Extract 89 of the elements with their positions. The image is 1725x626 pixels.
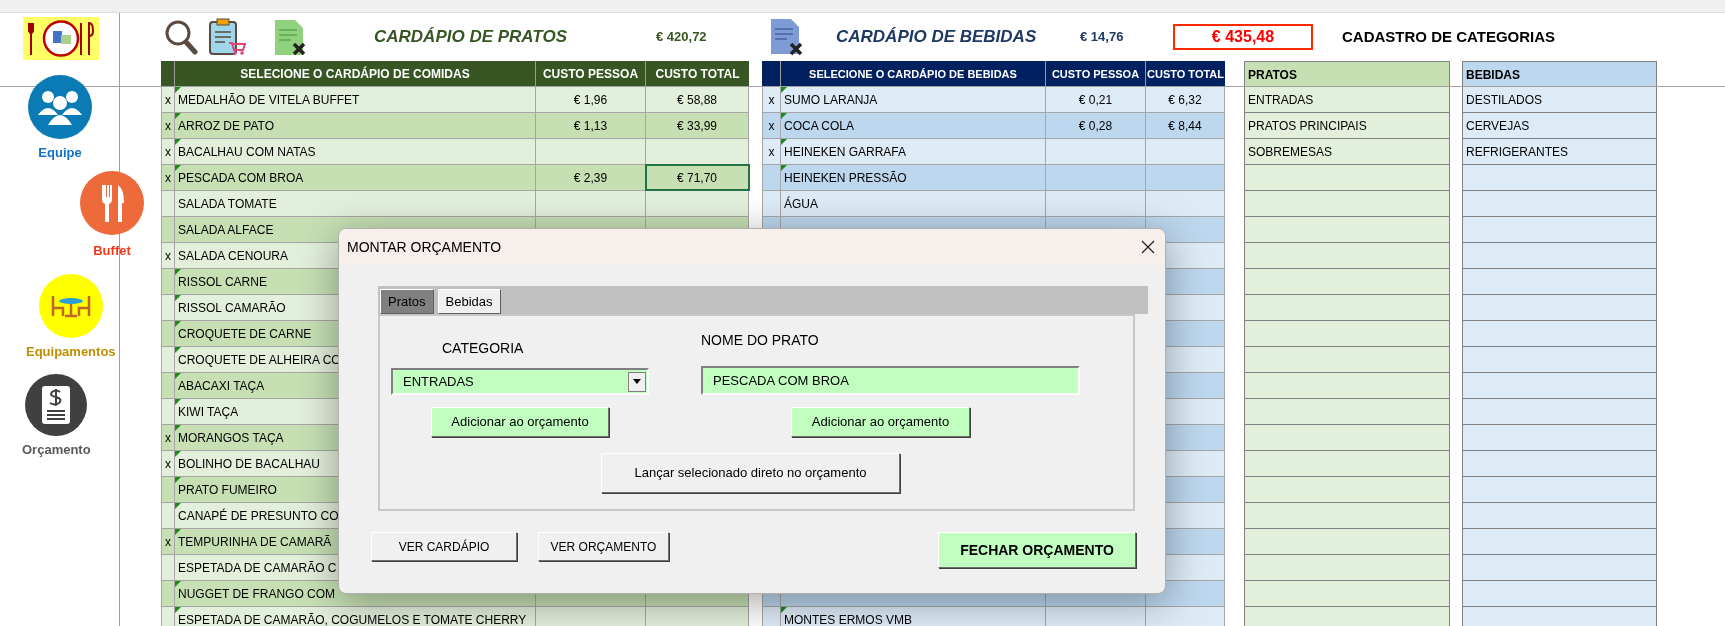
cost-cell-text: € 6,32: [1168, 91, 1202, 109]
cost-cell-text: € 2,39: [573, 169, 608, 187]
mark-cell: x: [161, 529, 175, 554]
cost-cell-text: € 0,21: [1078, 91, 1113, 109]
add-to-budget-button[interactable]: Adicionar ao orçamento: [791, 407, 970, 437]
item-name-cell-text: NUGGET DE FRANGO COM: [178, 585, 336, 603]
sidebar-label[interactable]: Orçamento: [22, 439, 91, 459]
mark-cell: x: [161, 113, 175, 138]
dialog-title: MONTAR ORÇAMENTO: [347, 237, 502, 257]
mark-cell: x: [161, 87, 175, 112]
item-name-cell-text: MEDALHÃO DE VITELA BUFFET: [178, 91, 360, 109]
people-icon[interactable]: [28, 75, 92, 139]
category-cell-text: PRATOS PRINCIPAIS: [1248, 117, 1367, 135]
item-name-cell-text: BOLINHO DE BACALHAU: [178, 455, 321, 473]
category-cell-text: CERVEJAS: [1466, 117, 1530, 135]
table-chairs-icon[interactable]: [38, 274, 103, 338]
food-total: € 420,72: [656, 28, 708, 47]
launch-selected-button[interactable]: Lançar selecionado direto no orçamento: [601, 453, 900, 493]
item-name-cell-text: ABACAXI TAÇA: [178, 377, 265, 395]
item-name-cell-text: CROQUETE DE CARNE: [178, 325, 312, 343]
cost-cell-text: € 33,99: [676, 117, 717, 135]
mark-cell: x: [161, 243, 175, 268]
column-header: CUSTO TOTAL: [1146, 66, 1225, 82]
dollar-document-icon[interactable]: [25, 373, 88, 436]
mark-cell: x: [762, 113, 781, 138]
sidebar-label[interactable]: Buffet: [93, 240, 131, 260]
item-name-cell-text: ÁGUA: [784, 195, 818, 213]
mark-cell: x: [762, 87, 781, 112]
clipboard-cart-icon[interactable]: [207, 17, 246, 57]
tab[interactable]: Bebidas: [437, 289, 501, 314]
document-delete-icon[interactable]: [272, 17, 308, 57]
item-name-cell-text: SALADA TOMATE: [178, 195, 277, 213]
cost-cell-text: € 0,28: [1078, 117, 1113, 135]
item-name-cell-text: BACALHAU COM NATAS: [178, 143, 316, 161]
mark-cell: x: [161, 451, 175, 476]
mark-cell: x: [161, 425, 175, 450]
item-name-cell-text: PRATO FUMEIRO: [178, 481, 277, 499]
category-cell-text: ENTRADAS: [1248, 91, 1314, 109]
category-heading: BEBIDAS: [1466, 67, 1520, 84]
sidebar-label[interactable]: Equipe: [38, 143, 82, 163]
tab[interactable]: Pratos: [380, 289, 434, 314]
item-name-cell-text: ARROZ DE PATO: [178, 117, 274, 135]
mark-cell: x: [161, 139, 175, 164]
item-name-cell-text: PESCADA COM BROA: [178, 169, 304, 187]
add-to-budget-button[interactable]: Adicionar ao orçamento: [431, 407, 609, 437]
cost-cell-text: € 1,13: [573, 117, 608, 135]
item-name-cell-text: KIWI TAÇA: [178, 403, 239, 421]
category-label: CATEGORIA: [442, 339, 525, 358]
item-name-cell-text: ESPETADA DE CAMARÃO C: [178, 559, 337, 577]
item-name-cell-text: SALADA CENOURA: [178, 247, 289, 265]
close-icon[interactable]: [1141, 240, 1155, 254]
item-name-cell-text: CANAPÉ DE PRESUNTO CO: [178, 507, 339, 525]
category-cell-text: DESTILADOS: [1466, 91, 1543, 109]
item-name-cell-text: SALADA ALFACE: [178, 221, 274, 239]
item-name-cell-text: HEINEKEN PRESSÃO: [784, 169, 907, 187]
item-name-cell-text: RISSOL CARNE: [178, 273, 267, 291]
dish-name-label: NOME DO PRATO: [701, 331, 820, 350]
view-budget-button[interactable]: VER ORÇAMENTO: [538, 532, 669, 561]
item-name-cell-text: SUMO LARANJA: [784, 91, 878, 109]
magnifier-icon[interactable]: [163, 18, 198, 56]
category-cell-text: REFRIGERANTES: [1466, 143, 1568, 161]
mark-cell: x: [161, 165, 175, 190]
fork-knife-icon[interactable]: [80, 168, 144, 237]
category-heading: PRATOS: [1248, 67, 1297, 84]
cost-cell-text: € 1,96: [573, 91, 608, 109]
cost-cell-text: € 58,88: [676, 91, 717, 109]
close-budget-button[interactable]: FECHAR ORÇAMENTO: [938, 532, 1136, 568]
view-menu-button[interactable]: VER CARDÁPIO: [371, 532, 517, 561]
categories-title: CADASTRO DE CATEGORIAS: [1342, 26, 1556, 47]
mark-cell: x: [762, 139, 781, 164]
grand-total: € 435,48: [1173, 24, 1313, 50]
active-cell-frame[interactable]: € 71,70: [646, 165, 749, 190]
category-dropdown[interactable]: ENTRADAS: [391, 368, 649, 395]
cost-cell-text: € 71,70: [676, 169, 717, 187]
dish-name-field[interactable]: PESCADA COM BROA: [701, 366, 1080, 395]
drinks-menu-title: CARDÁPIO DE BEBIDAS: [836, 26, 1038, 49]
column-header: CUSTO TOTAL: [654, 66, 741, 83]
item-name-cell-text: MONTES ERMOS VMB: [784, 611, 912, 626]
food-menu-title: CARDÁPIO DE PRATOS: [374, 26, 568, 49]
drinks-total: € 14,76: [1080, 28, 1125, 47]
item-name-cell-text: ESPETADA DE CAMARÃO, COGUMELOS E TOMATE CHERRY: [178, 611, 527, 626]
item-name-cell-text: HEINEKEN GARRAFA: [784, 143, 907, 161]
item-name-cell-text: TEMPURINHA DE CAMARÃ: [178, 533, 332, 551]
restaurant-logo[interactable]: [23, 17, 99, 60]
item-name-cell-text: COCA COLA: [784, 117, 855, 135]
category-cell-text: SOBREMESAS: [1248, 143, 1333, 161]
item-name-cell-text: MORANGOS TAÇA: [178, 429, 284, 447]
item-name-cell-text: RISSOL CAMARÃO: [178, 299, 286, 317]
cost-cell-text: € 8,44: [1168, 117, 1202, 135]
